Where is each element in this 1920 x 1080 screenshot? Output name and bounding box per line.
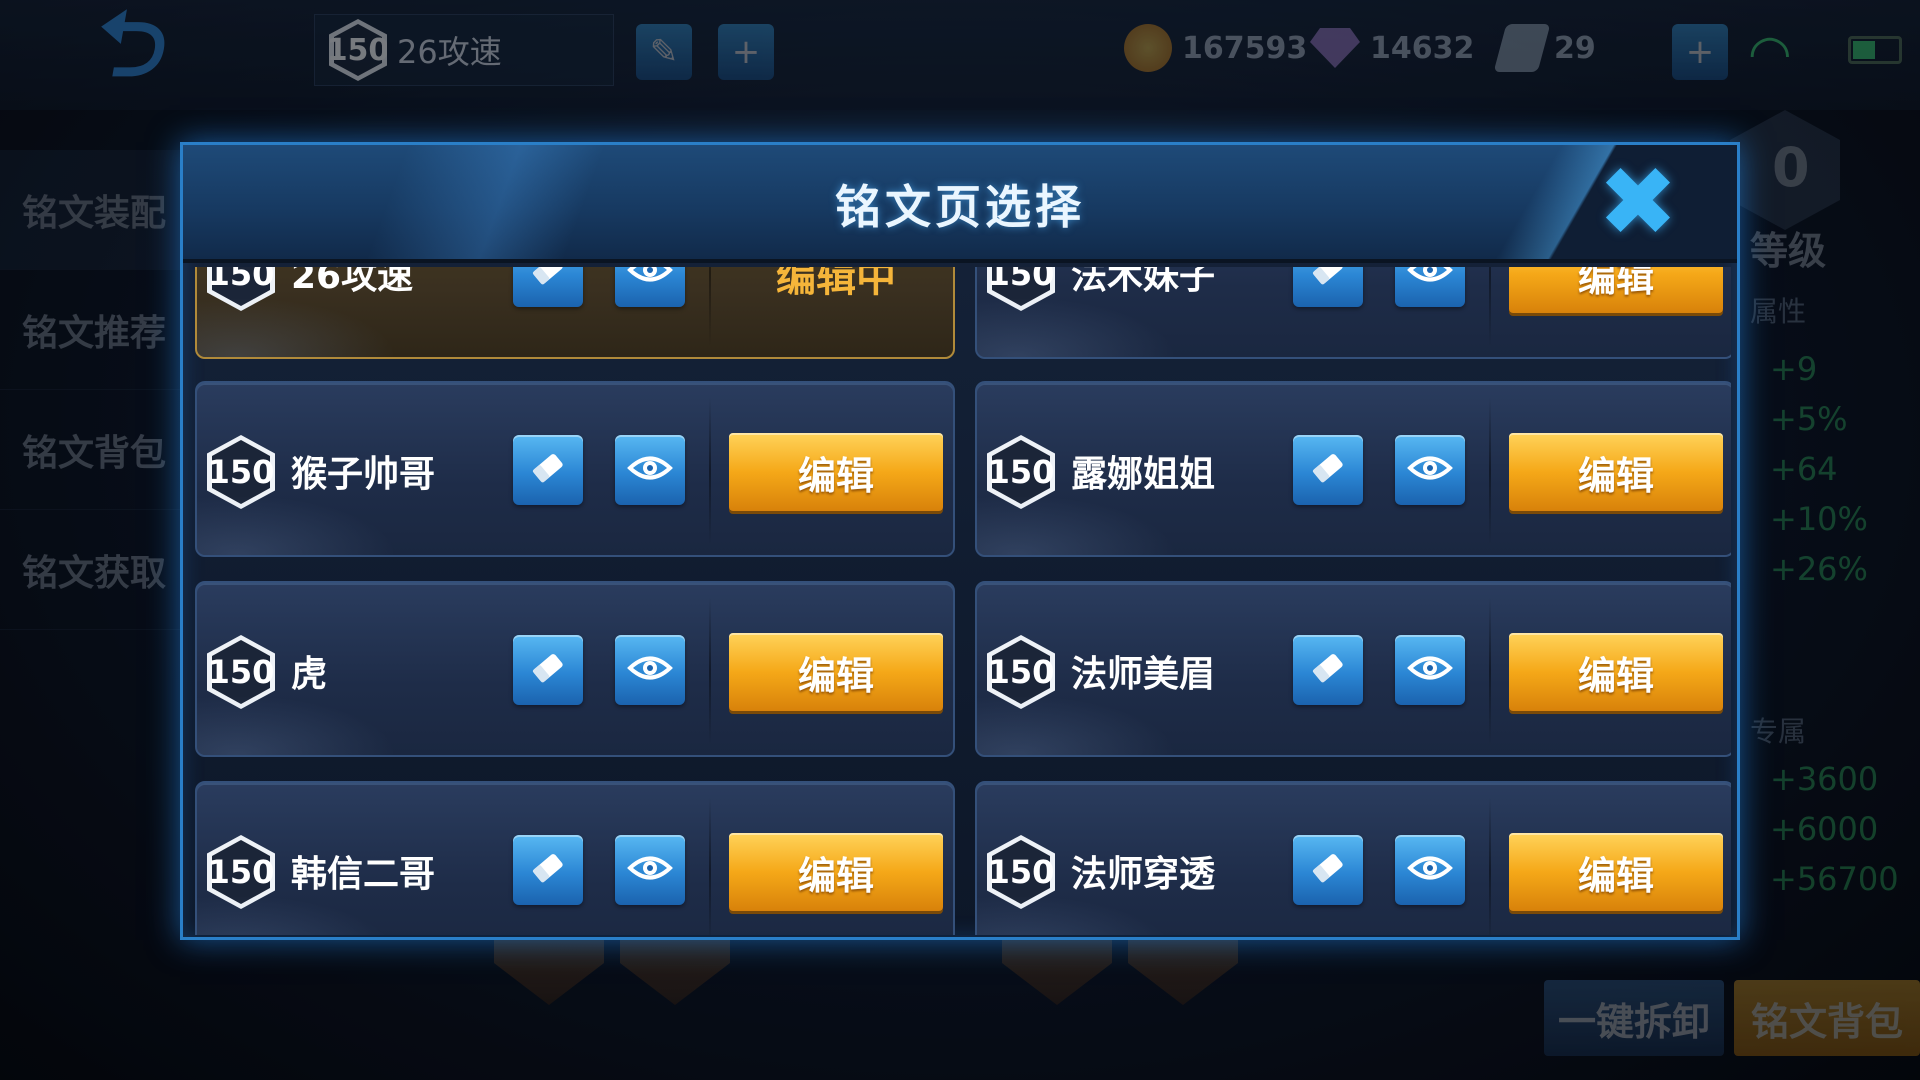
card-divider xyxy=(1489,397,1491,545)
page-name: 韩信二哥 xyxy=(291,854,436,895)
rune-page-card[interactable]: 150 虎 编辑 xyxy=(195,581,955,757)
card-divider xyxy=(1489,267,1491,347)
eraser-icon xyxy=(1308,848,1348,892)
close-icon: ✖ xyxy=(1597,146,1679,258)
rune-page-card[interactable]: 150 露娜姐姐 编辑 xyxy=(975,381,1731,557)
page-name: 法师穿透 xyxy=(1071,854,1216,895)
rune-page-card[interactable]: 150 法术妹子 编辑 xyxy=(975,267,1731,359)
rune-page-card[interactable]: 150 猴子帅哥 编辑 xyxy=(195,381,955,557)
card-divider xyxy=(1489,797,1491,935)
preview-button[interactable] xyxy=(615,835,685,905)
rename-button[interactable] xyxy=(513,835,583,905)
eraser-icon xyxy=(1308,648,1348,692)
level-hex-icon: 150 xyxy=(987,435,1055,509)
eye-icon xyxy=(627,853,673,887)
preview-button[interactable] xyxy=(1395,267,1465,307)
page-name: 法术妹子 xyxy=(1071,267,1216,297)
eye-icon xyxy=(627,453,673,487)
rename-button[interactable] xyxy=(513,635,583,705)
card-divider xyxy=(709,267,711,347)
rename-button[interactable] xyxy=(513,267,583,307)
preview-button[interactable] xyxy=(1395,635,1465,705)
page-level: 150 xyxy=(987,453,1055,491)
preview-button[interactable] xyxy=(1395,435,1465,505)
eraser-icon xyxy=(528,267,568,294)
rune-page-grid: 150 26攻速 编辑中 150 法术妹子 编辑 150 猴子帅哥 编辑 150 露娜姐姐 编辑 150… xyxy=(195,267,1731,935)
eye-icon xyxy=(1407,267,1453,289)
page-level: 150 xyxy=(987,853,1055,891)
preview-button[interactable] xyxy=(615,435,685,505)
preview-button[interactable] xyxy=(615,635,685,705)
page-level: 150 xyxy=(207,267,275,293)
page-level: 150 xyxy=(207,853,275,891)
rename-button[interactable] xyxy=(513,435,583,505)
page-name: 26攻速 xyxy=(291,267,414,297)
card-divider xyxy=(709,397,711,545)
eye-icon xyxy=(1407,453,1453,487)
eye-icon xyxy=(627,267,673,289)
eraser-icon xyxy=(528,648,568,692)
edit-button[interactable]: 编辑 xyxy=(1509,267,1723,313)
rename-button[interactable] xyxy=(1293,435,1363,505)
rune-page-card[interactable]: 150 26攻速 编辑中 xyxy=(195,267,955,359)
preview-button[interactable] xyxy=(1395,835,1465,905)
edit-button[interactable]: 编辑 xyxy=(729,433,943,511)
rename-button[interactable] xyxy=(1293,635,1363,705)
dialog-title: 铭文页选择 xyxy=(835,180,1085,234)
level-hex-icon: 150 xyxy=(207,835,275,909)
page-level: 150 xyxy=(207,653,275,691)
editing-status-label: 编辑中 xyxy=(776,267,896,301)
card-divider xyxy=(709,797,711,935)
page-level: 150 xyxy=(207,453,275,491)
page-name: 露娜姐姐 xyxy=(1071,454,1216,495)
rune-page-card[interactable]: 150 韩信二哥 编辑 xyxy=(195,781,955,935)
card-divider xyxy=(1489,597,1491,745)
close-button[interactable]: ✖ xyxy=(1595,154,1681,250)
level-hex-icon: 150 xyxy=(987,635,1055,709)
level-hex-icon: 150 xyxy=(987,835,1055,909)
eye-icon xyxy=(1407,853,1453,887)
edit-button[interactable]: 编辑 xyxy=(729,833,943,911)
rename-button[interactable] xyxy=(1293,267,1363,307)
page-level: 150 xyxy=(987,267,1055,293)
eraser-icon xyxy=(1308,267,1348,294)
page-name: 猴子帅哥 xyxy=(291,454,436,495)
preview-button[interactable] xyxy=(615,267,685,307)
rune-page-select-dialog: 铭文页选择 ✖ 150 26攻速 编辑中 150 法术妹子 编辑 150 猴子帅哥 编辑 150 露… xyxy=(180,142,1740,940)
eye-icon xyxy=(1407,653,1453,687)
page-level: 150 xyxy=(987,653,1055,691)
edit-button[interactable]: 编辑 xyxy=(1509,633,1723,711)
level-hex-icon: 150 xyxy=(207,267,275,311)
card-divider xyxy=(709,597,711,745)
rune-page-card[interactable]: 150 法师穿透 编辑 xyxy=(975,781,1731,935)
page-name: 法师美眉 xyxy=(1071,654,1216,695)
eraser-icon xyxy=(528,848,568,892)
eye-icon xyxy=(627,653,673,687)
edit-button[interactable]: 编辑 xyxy=(729,633,943,711)
edit-button[interactable]: 编辑 xyxy=(1509,833,1723,911)
eraser-icon xyxy=(1308,448,1348,492)
level-hex-icon: 150 xyxy=(207,635,275,709)
eraser-icon xyxy=(528,448,568,492)
rune-page-card[interactable]: 150 法师美眉 编辑 xyxy=(975,581,1731,757)
edit-button[interactable]: 编辑 xyxy=(1509,433,1723,511)
page-name: 虎 xyxy=(291,654,328,695)
level-hex-icon: 150 xyxy=(207,435,275,509)
rename-button[interactable] xyxy=(1293,835,1363,905)
level-hex-icon: 150 xyxy=(987,267,1055,311)
